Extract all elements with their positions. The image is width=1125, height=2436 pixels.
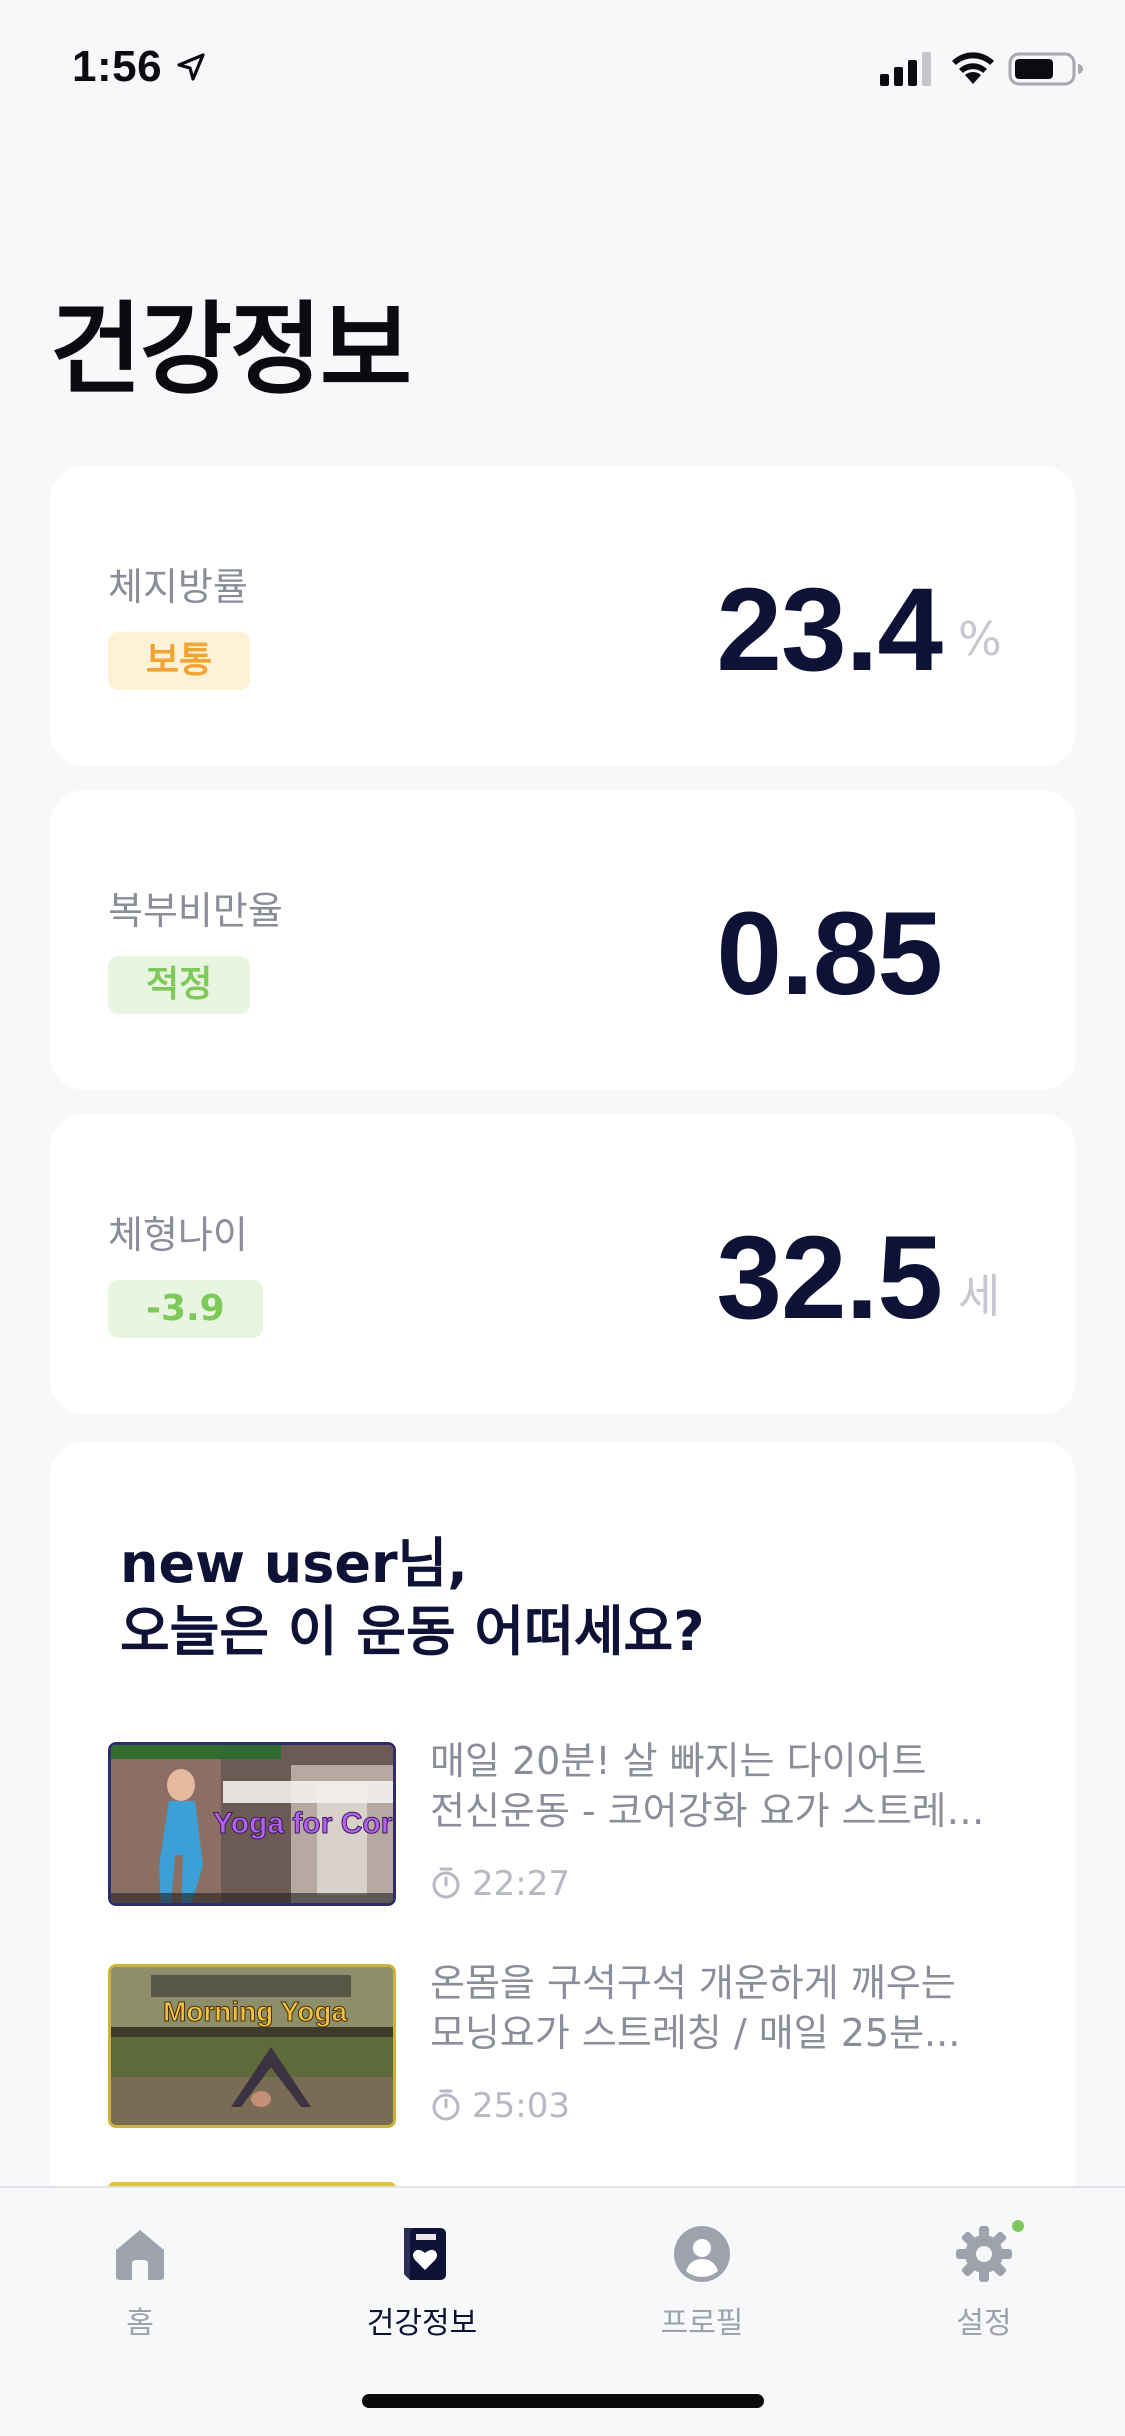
metric-label: 복부비만율 — [108, 889, 283, 933]
status-bar: 1:56 — [0, 0, 1125, 132]
metric-value: 32.5 — [716, 1212, 943, 1344]
video-thumbnail-image: Yoga for Core — [111, 1745, 396, 1903]
metric-value: 23.4 — [716, 564, 943, 696]
video-duration: 25:03 — [472, 2086, 570, 2126]
body-fat-card[interactable]: 체지방률 보통 23.4 % — [50, 466, 1076, 766]
screen: 1:56 건강정보 체지방률 보통 23.4 % 복부비만율 적정 0.85 체… — [0, 0, 1125, 2436]
recommendation-title: new user님, 오늘은 이 운동 어떠세요? — [120, 1530, 705, 1666]
video-title: 매일 20분! 살 빠지는 다이어트 전신운동 - 코어강화 요가 스트레… — [430, 1739, 985, 1833]
timer-icon — [432, 2089, 460, 2121]
video-thumbnail: Morning Yoga — [108, 1964, 396, 2128]
status-time: 1:56 — [72, 42, 163, 91]
location-arrow-icon — [177, 53, 205, 81]
metric-unit: % — [958, 612, 1002, 666]
settings-icon — [956, 2226, 1012, 2282]
page-title: 건강정보 — [50, 291, 412, 408]
body-age-card[interactable]: 체형나이 -3.9 32.5 세 — [50, 1114, 1076, 1414]
thumbnail-caption: Morning Yoga — [163, 1996, 347, 2027]
status-badge: -3.9 — [108, 1280, 263, 1338]
health-info-icon — [404, 2228, 446, 2280]
wifi-icon — [952, 52, 994, 84]
tab-label: 건강정보 — [366, 2306, 478, 2341]
metric-label: 체지방률 — [108, 565, 248, 609]
recommendation-question: 오늘은 이 운동 어떠세요? — [120, 1600, 705, 1663]
video-item[interactable]: Morning Yoga 온몸을 구석구석 개운하게 깨우는 모닝요가 스트레칭… — [108, 1961, 1038, 2128]
home-icon — [116, 2230, 164, 2280]
tab-profile[interactable]: 프로필 — [602, 2212, 802, 2341]
battery-icon — [1008, 52, 1083, 86]
video-thumbnail-image: Morning Yoga — [111, 1967, 393, 2125]
thumbnail-caption: Yoga for Core — [213, 1807, 396, 1840]
video-thumbnail: Yoga for Core — [108, 1742, 396, 1906]
metric-label: 체형나이 — [108, 1213, 248, 1257]
video-duration: 22:27 — [472, 1864, 570, 1904]
profile-icon — [674, 2226, 730, 2282]
tab-health-info[interactable]: 건강정보 — [322, 2212, 522, 2341]
metric-unit: 세 — [958, 1269, 1001, 1323]
tab-label: 프로필 — [660, 2306, 744, 2341]
abdominal-obesity-card[interactable]: 복부비만율 적정 0.85 — [50, 790, 1076, 1090]
video-title: 온몸을 구석구석 개운하게 깨우는 모닝요가 스트레칭 / 매일 25분... — [430, 1961, 961, 2055]
tab-label: 홈 — [126, 2306, 154, 2341]
metric-value: 0.85 — [716, 888, 943, 1020]
video-item[interactable]: Yoga for Core 매일 20분! 살 빠지는 다이어트 전신운동 - … — [108, 1739, 1038, 1906]
tab-home[interactable]: 홈 — [40, 2212, 240, 2341]
tab-label: 설정 — [956, 2306, 1012, 2341]
notification-dot — [1012, 2220, 1024, 2232]
tab-settings[interactable]: 설정 — [884, 2212, 1084, 2341]
home-indicator — [362, 2394, 764, 2408]
status-badge: 적정 — [108, 956, 251, 1014]
cellular-signal-icon — [880, 52, 931, 86]
recommendation-greeting: new user님, — [120, 1532, 468, 1595]
status-badge: 보통 — [108, 632, 251, 690]
timer-icon — [432, 1867, 460, 1899]
